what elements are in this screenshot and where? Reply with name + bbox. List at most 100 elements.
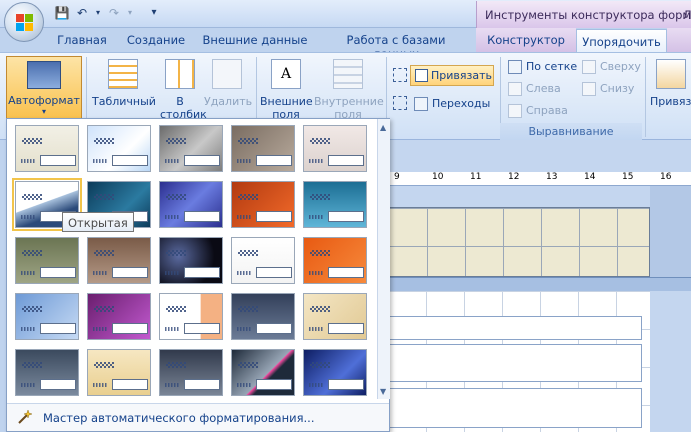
preview-field: [184, 379, 220, 390]
autoformat-style-slate[interactable]: [231, 293, 295, 340]
autoformat-style-standard[interactable]: [15, 125, 79, 172]
autoformat-style-starburst[interactable]: [159, 237, 223, 284]
remove-layout-button: Удалить: [204, 59, 252, 108]
ruler-tick-label: 13: [546, 172, 558, 182]
form-field[interactable]: [388, 388, 642, 428]
inner-margins-icon: [333, 59, 363, 89]
autoformat-wizard-label: Мастер автоматического форматирования...: [43, 411, 315, 425]
autoformat-style-peach[interactable]: [159, 293, 223, 340]
columnar-button[interactable]: В столбик: [160, 59, 207, 121]
undo-icon[interactable]: ↶: [74, 5, 90, 21]
autoformat-style-purple[interactable]: [87, 293, 151, 340]
preview-label: [93, 327, 107, 331]
tab-arrange[interactable]: Упорядочить: [576, 29, 667, 53]
autoformat-style-orange[interactable]: [231, 181, 295, 228]
align-bottom-button: Снизу: [580, 80, 634, 98]
tab-create[interactable]: Создание: [122, 28, 190, 52]
preview-label: [22, 250, 42, 256]
scroll-down-icon[interactable]: ▼: [380, 387, 386, 396]
title-bar: 💾 ↶ ▾ ↷ ▾ ▾ Инструменты конструктора фор…: [0, 0, 691, 28]
autoformat-style-flame[interactable]: [303, 237, 367, 284]
anchor-icon[interactable]: [393, 68, 407, 82]
wizard-wand-icon: [18, 409, 33, 424]
autoformat-style-navy[interactable]: [303, 349, 367, 396]
preview-label: [166, 138, 186, 144]
grid-align-icon: [508, 60, 522, 74]
columnar-label-1: В: [176, 95, 184, 108]
autoformat-style-sky[interactable]: [15, 293, 79, 340]
align-bottom-icon: [582, 82, 596, 96]
bring-label: Привяз: [650, 95, 691, 108]
autoformat-style-parchment[interactable]: [87, 349, 151, 396]
columnar-layout-icon: [165, 59, 195, 89]
autoformat-style-pink[interactable]: [303, 125, 367, 172]
preview-label: [22, 194, 42, 200]
preview-label: [21, 159, 35, 163]
ribbon-tabs: Главная Создание Внешние данные Работа с…: [0, 28, 691, 61]
preview-label: [309, 383, 323, 387]
align-left-button: Слева: [506, 80, 561, 98]
preview-label: [237, 215, 251, 219]
outer-margins-button[interactable]: A Внешние поля: [260, 59, 313, 121]
office-button[interactable]: [4, 2, 44, 42]
preview-field: [112, 379, 148, 390]
autoformat-style-aqua[interactable]: [303, 181, 367, 228]
preview-label: [94, 362, 114, 368]
preview-field: [184, 211, 220, 222]
transitions-button[interactable]: Переходы: [412, 95, 490, 113]
autoformat-style-white[interactable]: [231, 237, 295, 284]
autoformat-style-charcoal[interactable]: [159, 349, 223, 396]
preview-label: [237, 159, 251, 163]
preview-label: [22, 138, 42, 144]
autoformat-style-coffee[interactable]: [87, 237, 151, 284]
scroll-up-icon[interactable]: ▲: [380, 123, 386, 132]
preview-label: [309, 159, 323, 163]
autoformat-style-neon[interactable]: [231, 349, 295, 396]
preview-field: [256, 267, 292, 278]
undo-dropdown-icon[interactable]: ▾: [90, 5, 106, 21]
snap-label: Привязать: [431, 69, 492, 82]
preview-field: [256, 379, 292, 390]
autoformat-style-graphite[interactable]: [15, 349, 79, 396]
tab-design[interactable]: Конструктор: [476, 28, 576, 52]
autoformat-style-office[interactable]: [87, 125, 151, 172]
autoformat-style-brown[interactable]: [231, 125, 295, 172]
align-to-grid-button[interactable]: По сетке: [506, 58, 577, 76]
tab-external-data[interactable]: Внешние данные: [200, 28, 310, 52]
form-field[interactable]: [388, 344, 642, 382]
tab-home[interactable]: Главная: [52, 28, 112, 52]
form-field[interactable]: [388, 316, 642, 340]
preview-label: [22, 362, 42, 368]
preview-field: [112, 323, 148, 334]
tab-database-tools[interactable]: Работа с базами данных: [322, 28, 470, 61]
outer-margins-label-1: Внешние: [260, 95, 313, 108]
autoformat-style-sand[interactable]: [303, 293, 367, 340]
autoformat-style-indigo[interactable]: [159, 181, 223, 228]
tab-order-icon[interactable]: [393, 96, 407, 110]
preview-label: [310, 362, 330, 368]
ruler-tick-label: 14: [584, 172, 596, 182]
bring-to-front-button[interactable]: Привяз: [650, 59, 691, 108]
redo-dropdown-icon: ▾: [127, 8, 132, 17]
preview-label: [94, 306, 114, 312]
tabular-button[interactable]: Табличный: [92, 59, 156, 108]
gallery-scrollbar[interactable]: ▲ ▼: [377, 119, 390, 399]
gallery-footer[interactable]: Мастер автоматического форматирования...: [7, 403, 389, 431]
customize-toolbar-icon[interactable]: ▾: [146, 5, 162, 21]
preview-label: [21, 271, 35, 275]
autoformat-style-gray[interactable]: [159, 125, 223, 172]
autoformat-style-olive[interactable]: [15, 237, 79, 284]
preview-field: [184, 267, 220, 278]
preview-label: [310, 306, 330, 312]
snap-button[interactable]: Привязать: [410, 65, 494, 86]
preview-label: [165, 383, 179, 387]
bottom-label: Снизу: [600, 82, 635, 95]
save-icon[interactable]: 💾: [54, 5, 70, 21]
transitions-label: Переходы: [432, 97, 491, 110]
autoformat-icon: [27, 61, 61, 89]
align-left-icon: [508, 82, 522, 96]
app-title-fragment: Л: [683, 8, 691, 22]
autoformat-button[interactable]: Автоформат ▾: [6, 56, 82, 120]
preview-label: [21, 383, 35, 387]
preview-label: [22, 306, 42, 312]
